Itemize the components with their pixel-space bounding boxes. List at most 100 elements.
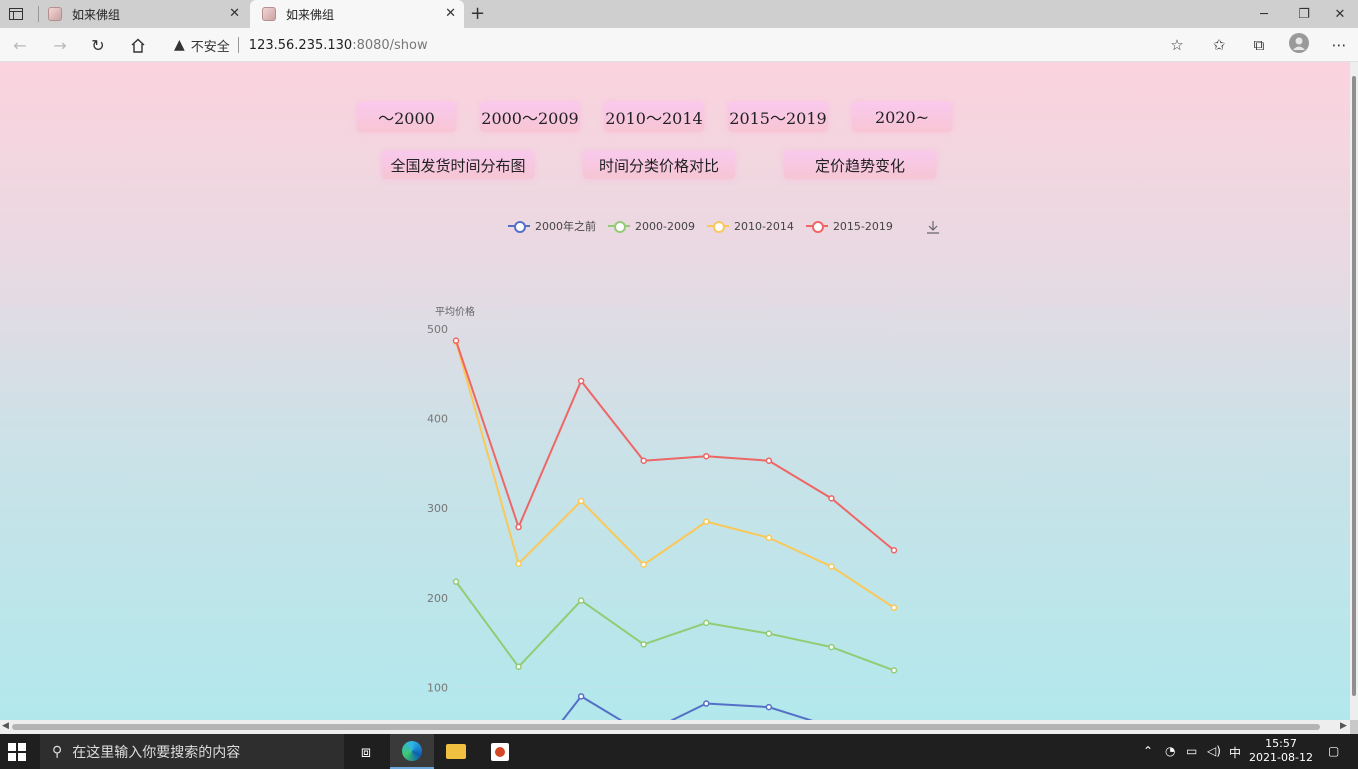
y-tick-label: 500 [427, 323, 448, 336]
tab-title: 如来佛组 [286, 7, 335, 22]
data-point [640, 641, 647, 648]
clock-date: 2021-08-12 [1249, 751, 1313, 764]
window-close-icon[interactable]: ✕ [1320, 0, 1358, 28]
favorites-icon[interactable]: ✩ [1208, 36, 1230, 56]
minimize-icon[interactable]: ─ [1244, 0, 1284, 28]
data-point [703, 619, 710, 627]
network-icon[interactable]: ◔ [1165, 744, 1175, 758]
avatar-icon [1289, 33, 1309, 53]
data-point [515, 663, 522, 671]
series-line-0 [561, 695, 814, 720]
view-button-price-trend[interactable]: 定价趋势变化 [784, 151, 936, 179]
range-button-2010-2014[interactable]: 2010〜2014 [604, 102, 704, 132]
series-line-2 [455, 341, 895, 609]
data-point [577, 377, 585, 385]
chart-plot: 0100200300400500平均价格时间 [427, 305, 898, 720]
data-point [828, 495, 835, 502]
view-button-shipping-distribution[interactable]: 全国发货时间分布图 [382, 151, 534, 179]
y-tick-label: 300 [427, 502, 448, 515]
search-placeholder: 在这里输入你要搜索的内容 [72, 744, 241, 761]
y-tick-label: 100 [427, 681, 448, 694]
data-point [828, 563, 835, 570]
y-tick-label: 400 [427, 413, 448, 426]
data-point [577, 497, 585, 505]
add-favorite-icon[interactable]: ☆ [1166, 36, 1188, 56]
new-tab-icon[interactable]: + [470, 3, 485, 24]
folder-icon [446, 744, 466, 759]
collections-icon[interactable]: ⧉ [1248, 36, 1270, 56]
range-button-2020[interactable]: 2020~ [852, 102, 952, 132]
profile-avatar[interactable] [1288, 33, 1310, 53]
data-point [890, 667, 898, 674]
data-point [765, 703, 773, 711]
data-point [703, 700, 710, 707]
address-bar[interactable]: ▲ 不安全 123.56.235.130 :8080/show [164, 31, 1196, 59]
notifications-icon[interactable]: ▢ [1328, 744, 1339, 758]
close-icon[interactable]: ✕ [445, 6, 456, 21]
tab-actions-icon [9, 8, 23, 20]
url-host: 123.56.235.130 [248, 37, 353, 53]
powerpoint-icon [491, 742, 509, 761]
tab-title: 如来佛组 [72, 7, 121, 22]
start-icon[interactable] [8, 743, 26, 761]
series-line-1 [455, 581, 895, 672]
taskbar-clock[interactable]: 15:57 2021-08-12 [1248, 737, 1314, 765]
taskbar-search[interactable]: ⚲ 在这里输入你要搜索的内容 [40, 734, 344, 769]
range-button-2015-2019[interactable]: 2015〜2019 [728, 102, 828, 132]
task-view-icon[interactable]: ⧈ [344, 734, 388, 769]
browser-tab-2[interactable]: 如来佛组 ✕ [250, 0, 464, 28]
home-icon[interactable] [124, 32, 152, 58]
back-icon[interactable]: ← [6, 32, 34, 58]
refresh-icon[interactable]: ↻ [84, 32, 112, 58]
data-point [828, 643, 835, 651]
edge-icon [402, 740, 422, 761]
volume-icon[interactable]: ◁) [1207, 744, 1221, 758]
close-icon[interactable]: ✕ [229, 6, 240, 21]
search-icon: ⚲ [52, 743, 63, 760]
page-content: 〜2000 2000〜2009 2010〜2014 2015〜2019 2020… [0, 62, 1350, 720]
data-point [515, 560, 522, 568]
y-axis-label: 平均价格 [435, 305, 475, 318]
more-icon[interactable]: ⋯ [1328, 36, 1350, 56]
data-point [765, 630, 773, 637]
warning-icon[interactable]: ▲ [174, 37, 185, 53]
scroll-left-icon[interactable]: ◀ [2, 721, 9, 731]
tab-favicon [48, 7, 62, 21]
battery-icon[interactable]: ▭ [1186, 744, 1197, 758]
restore-icon[interactable]: ❐ [1284, 0, 1324, 28]
scrollbar-thumb[interactable] [12, 724, 1320, 730]
data-point [703, 452, 710, 460]
data-point [765, 457, 773, 464]
security-label[interactable]: 不安全 [191, 36, 230, 55]
data-point [452, 578, 460, 585]
forward-icon[interactable]: → [46, 32, 74, 58]
ime-indicator[interactable]: 中 [1229, 744, 1241, 761]
data-point [577, 597, 585, 604]
range-button-2000-2009[interactable]: 2000〜2009 [480, 102, 580, 132]
url-path: :8080/show [352, 37, 428, 53]
y-tick-label: 200 [427, 592, 448, 605]
file-explorer-icon[interactable] [434, 734, 478, 769]
data-point [452, 337, 460, 344]
address-separator [237, 37, 239, 53]
data-point [640, 561, 647, 568]
tab-favicon [262, 7, 276, 21]
tray-expand-icon[interactable]: ⌃ [1143, 744, 1153, 758]
data-point [515, 523, 522, 531]
view-button-price-comparison[interactable]: 时间分类价格对比 [583, 151, 735, 179]
horizontal-scrollbar[interactable]: ◀ ▶ [0, 720, 1350, 734]
browser-tab-1[interactable]: 如来佛组 ✕ [36, 0, 248, 28]
series-line-3 [455, 340, 895, 552]
vertical-scrollbar[interactable] [1350, 62, 1358, 720]
data-point [640, 457, 647, 464]
edge-app-icon[interactable] [390, 734, 434, 769]
powerpoint-app-icon[interactable] [478, 734, 522, 769]
browser-toolbar: ← → ↻ ▲ 不安全 123.56.235.130 :8080/show ☆ … [0, 28, 1358, 62]
home-glyph [131, 38, 145, 53]
scrollbar-thumb[interactable] [1352, 76, 1356, 696]
range-button-pre2000[interactable]: 〜2000 [357, 102, 456, 132]
clock-time: 15:57 [1265, 737, 1297, 750]
scroll-right-icon[interactable]: ▶ [1340, 721, 1347, 731]
browser-tab-strip: 如来佛组 ✕ 如来佛组 ✕ + ─ ❐ ✕ [0, 0, 1358, 28]
tab-actions-button[interactable] [0, 0, 32, 28]
